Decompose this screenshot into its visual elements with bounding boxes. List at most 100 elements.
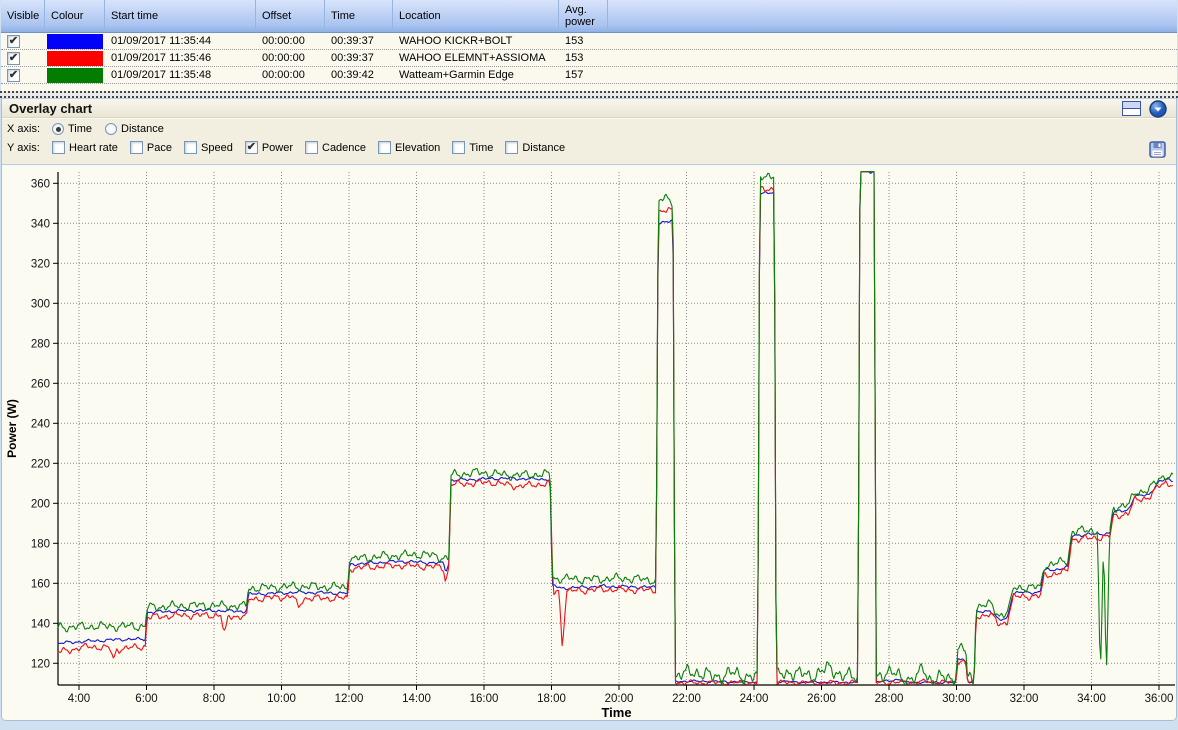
checkbox-icon[interactable] xyxy=(129,141,143,154)
checkbox-icon[interactable] xyxy=(244,141,258,154)
x-tick-label: 32:00 xyxy=(1010,693,1039,705)
location-cell: WAHOO ELEMNT+ASSIOMA xyxy=(399,52,546,64)
x-tick-label: 22:00 xyxy=(672,693,701,705)
start-time-cell: 01/09/2017 11:35:46 xyxy=(111,52,212,64)
y-tick-label: 280 xyxy=(31,338,50,350)
x-tick-label: 18:00 xyxy=(537,693,566,705)
x-tick-label: 30:00 xyxy=(942,693,971,705)
avg-power-cell: 157 xyxy=(565,69,584,81)
column-header[interactable]: Visible xyxy=(1,0,45,32)
time-cell: 00:39:37 xyxy=(331,52,374,64)
power-chart[interactable]: 4:00 6:00 8:00 10:00 12:00 14:00 16:00 18:00 20:… xyxy=(2,164,1176,720)
chart-canvas[interactable]: 4:00 6:00 8:00 10:00 12:00 14:00 16:00 18:00 20:… xyxy=(2,165,1177,720)
y-tick-label: 320 xyxy=(31,258,50,270)
start-time-cell: 01/09/2017 11:35:48 xyxy=(111,69,212,81)
y-axis-title: Power (W) xyxy=(5,399,19,458)
column-header[interactable]: Offset xyxy=(256,0,325,32)
y-axis-option[interactable]: Distance xyxy=(505,141,565,154)
y-axis-label: Y axis: xyxy=(7,141,40,154)
checkbox-icon[interactable] xyxy=(452,141,466,154)
x-tick-label: 8:00 xyxy=(203,693,225,705)
offset-cell: 00:00:00 xyxy=(262,52,305,64)
y-axis-option[interactable]: Speed xyxy=(184,141,233,154)
checkbox-icon[interactable] xyxy=(52,141,65,154)
overlay-chart-titlebar: Overlay chart xyxy=(2,98,1176,118)
series-1 xyxy=(57,171,1173,686)
time-cell: 00:39:37 xyxy=(331,35,374,47)
y-tick-label: 300 xyxy=(31,298,50,310)
y-tick-label: 140 xyxy=(31,618,50,630)
offset-cell: 00:00:00 xyxy=(262,69,305,81)
y-axis-option[interactable]: Time xyxy=(452,141,493,154)
save-icon[interactable] xyxy=(1149,141,1166,163)
y-axis-option[interactable]: Heart rate xyxy=(52,141,118,154)
x-axis-row: X axis: Time Distance xyxy=(7,123,164,135)
y-axis-row: Y axis: Heart rate Pace Speed Power Cadence E… xyxy=(7,141,565,154)
radio-icon[interactable] xyxy=(52,123,64,135)
checkbox-icon[interactable] xyxy=(184,141,197,154)
table-row[interactable]: 01/09/2017 11:35:44 00:00:00 00:39:37 WA… xyxy=(1,33,1177,50)
colour-swatch xyxy=(47,50,103,66)
column-header[interactable]: Location xyxy=(393,0,559,32)
app-window: Visible Colour Start time Offset Time Locatio… xyxy=(0,0,1178,730)
x-tick-label: 26:00 xyxy=(807,693,836,705)
x-tick-label: 10:00 xyxy=(267,693,296,705)
visible-checkbox[interactable] xyxy=(7,68,20,82)
offset-cell: 00:00:00 xyxy=(262,35,305,47)
y-tick-label: 340 xyxy=(31,218,50,230)
y-axis-option[interactable]: Elevation xyxy=(378,141,440,154)
x-axis-option[interactable]: Distance xyxy=(105,123,164,135)
checkbox-icon[interactable] xyxy=(378,141,392,154)
y-axis-option[interactable]: Pace xyxy=(129,141,172,154)
x-tick-label: 16:00 xyxy=(470,693,499,705)
y-tick-label: 200 xyxy=(31,498,50,510)
location-cell: Watteam+Garmin Edge xyxy=(399,69,514,81)
avg-power-cell: 153 xyxy=(565,52,584,64)
x-axis-label: X axis: xyxy=(7,123,41,135)
x-tick-label: 14:00 xyxy=(402,693,431,705)
column-header[interactable]: Time xyxy=(325,0,393,32)
time-cell: 00:39:42 xyxy=(331,69,374,81)
y-tick-label: 240 xyxy=(31,418,50,430)
x-tick-label: 6:00 xyxy=(135,693,157,705)
column-header[interactable]: Start time xyxy=(105,0,256,32)
chart-controls: X axis: Time Distance Y axis: Heart rate P… xyxy=(2,119,1176,165)
x-tick-label: 12:00 xyxy=(335,693,364,705)
y-tick-label: 180 xyxy=(31,538,50,550)
visible-checkbox[interactable] xyxy=(7,51,20,65)
x-tick-label: 24:00 xyxy=(740,693,769,705)
table-row[interactable]: 01/09/2017 11:35:48 00:00:00 00:39:42 Wa… xyxy=(1,67,1177,84)
table-row[interactable]: 01/09/2017 11:35:46 00:00:00 00:39:37 WA… xyxy=(1,50,1177,67)
x-axis-option[interactable]: Time xyxy=(52,123,92,135)
x-tick-label: 36:00 xyxy=(1145,693,1174,705)
start-time-cell: 01/09/2017 11:35:44 xyxy=(111,35,212,47)
checkbox-icon[interactable] xyxy=(505,141,519,154)
y-axis-option[interactable]: Power xyxy=(244,141,293,154)
y-tick-label: 220 xyxy=(31,458,50,470)
y-tick-label: 160 xyxy=(31,578,50,590)
table-header-row: Visible Colour Start time Offset Time Locatio… xyxy=(1,0,1177,33)
avg-power-cell: 153 xyxy=(565,35,584,47)
x-tick-label: 28:00 xyxy=(875,693,904,705)
panel-title: Overlay chart xyxy=(9,101,93,116)
colour-swatch xyxy=(47,33,103,49)
column-header[interactable]: Avg. power xyxy=(559,0,608,32)
y-tick-label: 260 xyxy=(31,378,50,390)
column-header[interactable]: Colour xyxy=(45,0,105,32)
series-0 xyxy=(57,171,1173,685)
x-axis-title: Time xyxy=(601,705,631,720)
x-tick-label: 4:00 xyxy=(68,693,90,705)
location-cell: WAHOO KICKR+BOLT xyxy=(399,35,513,47)
column-header[interactable] xyxy=(608,0,1177,32)
horizontal-splitter[interactable] xyxy=(0,91,1178,98)
y-tick-label: 360 xyxy=(31,178,50,190)
split-layout-icon[interactable] xyxy=(1122,101,1141,121)
radio-icon[interactable] xyxy=(105,123,118,135)
x-tick-label: 34:00 xyxy=(1077,693,1106,705)
x-tick-label: 20:00 xyxy=(605,693,634,705)
overlay-chart-panel: Overlay chart X axis: Time Distance Y axi… xyxy=(1,98,1177,721)
y-axis-option[interactable]: Cadence xyxy=(305,141,366,154)
checkbox-icon[interactable] xyxy=(305,141,318,154)
colour-swatch xyxy=(47,67,103,83)
visible-checkbox[interactable] xyxy=(7,34,20,48)
